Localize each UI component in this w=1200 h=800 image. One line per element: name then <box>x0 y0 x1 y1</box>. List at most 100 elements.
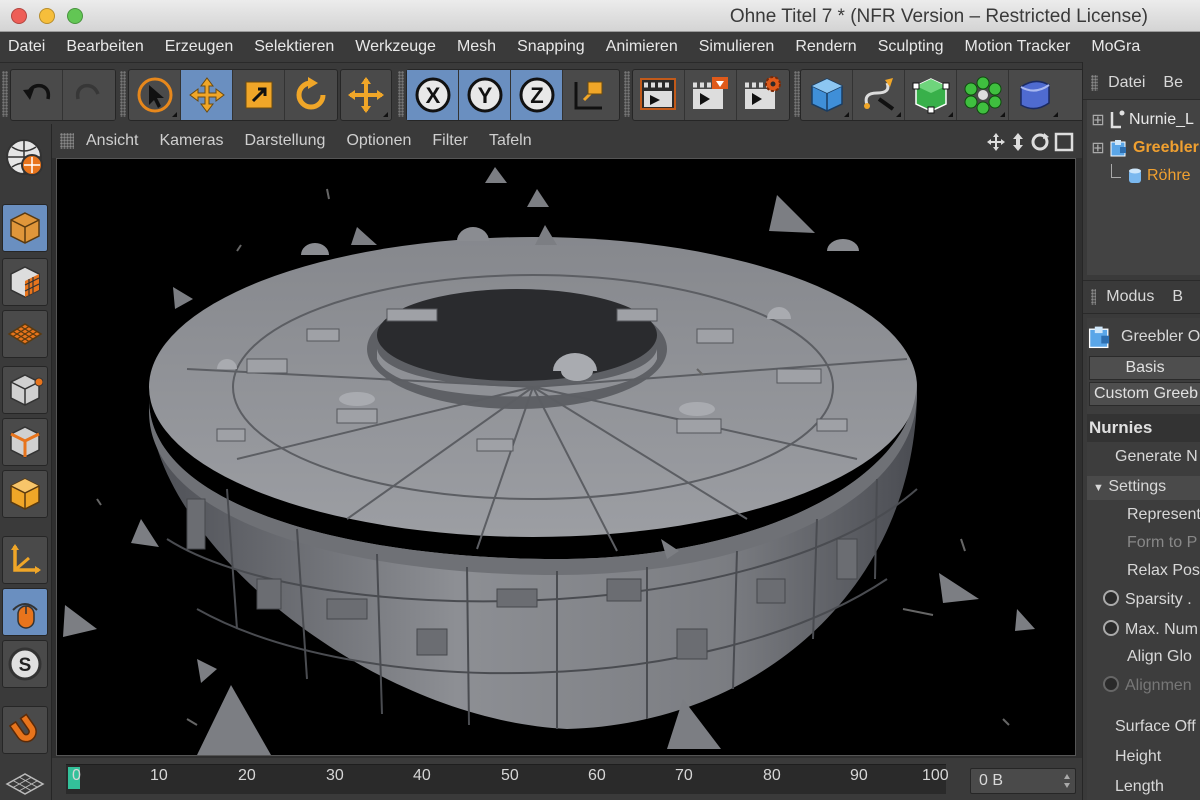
toolbar-grip[interactable] <box>2 71 8 117</box>
viewport-menu-darstellung[interactable]: Darstellung <box>245 132 326 150</box>
undo-icon[interactable] <box>11 70 63 120</box>
menu-bearbeiten[interactable]: Bearbeiten <box>66 38 143 56</box>
cloner-icon[interactable] <box>957 70 1009 120</box>
object-row-nurnie[interactable]: ⊞ Nurnie_L <box>1087 106 1194 134</box>
main-toolbar: X Y Z <box>0 62 1082 124</box>
timeline-ruler[interactable]: 0 10 20 30 40 50 60 70 80 90 100 <box>66 764 949 794</box>
spline-pen-icon[interactable] <box>853 70 905 120</box>
menu-erzeugen[interactable]: Erzeugen <box>165 38 234 56</box>
menu-mesh[interactable]: Mesh <box>457 38 496 56</box>
viewport-menu-optionen[interactable]: Optionen <box>346 132 411 150</box>
tab-custom-greebles[interactable]: Custom Greeb <box>1089 382 1200 406</box>
toolbar-grip[interactable] <box>120 71 126 117</box>
coordinate-system-icon[interactable] <box>563 70 615 120</box>
workplane-icon[interactable] <box>2 310 48 358</box>
sparsity-radio[interactable] <box>1103 590 1119 606</box>
group-settings[interactable]: ▼ Settings <box>1087 476 1200 500</box>
points-mode-icon[interactable] <box>2 366 48 414</box>
menu-snapping[interactable]: Snapping <box>517 38 585 56</box>
viewport-grip[interactable] <box>60 133 74 149</box>
edges-mode-icon[interactable] <box>2 418 48 466</box>
live-select-icon[interactable] <box>341 70 391 120</box>
param-height[interactable]: Height <box>1087 748 1200 766</box>
objects-panel-grip[interactable] <box>1091 74 1099 91</box>
viewport-menu-tafeln[interactable]: Tafeln <box>489 132 532 150</box>
y-axis-icon[interactable]: Y <box>459 70 511 120</box>
object-create-group <box>800 69 1082 121</box>
3d-viewport[interactable] <box>56 158 1076 756</box>
view-icon[interactable] <box>2 134 48 182</box>
param-sparsity[interactable]: Sparsity . <box>1087 590 1200 609</box>
toolbar-grip[interactable] <box>398 71 404 117</box>
z-axis-icon[interactable]: Z <box>511 70 563 120</box>
param-generate-nurnies[interactable]: Generate N <box>1087 448 1200 466</box>
spinner-arrows-icon[interactable] <box>1063 773 1071 789</box>
window-zoom-button[interactable] <box>67 8 83 24</box>
texture-mode-icon[interactable] <box>2 258 48 306</box>
timeline-tick: 70 <box>675 767 693 784</box>
left-tool-palette: S <box>0 124 52 800</box>
window-close-button[interactable] <box>11 8 27 24</box>
axis-mode-icon[interactable] <box>2 536 48 584</box>
polygons-mode-icon[interactable] <box>2 470 48 518</box>
max-num-radio[interactable] <box>1103 620 1119 636</box>
select-arrow-icon[interactable] <box>129 70 181 120</box>
redo-icon[interactable] <box>63 70 115 120</box>
window-minimize-button[interactable] <box>39 8 55 24</box>
snap-magnet-icon[interactable] <box>2 706 48 754</box>
rotate-icon[interactable] <box>285 70 337 120</box>
render-settings-icon[interactable] <box>737 70 789 120</box>
model-mode-icon[interactable] <box>2 204 48 252</box>
param-representation[interactable]: Represent <box>1087 506 1200 524</box>
current-frame-field[interactable]: 0 B <box>970 768 1076 794</box>
group-settings-label: Settings <box>1108 478 1167 495</box>
render-picture-viewer-icon[interactable] <box>685 70 737 120</box>
param-length[interactable]: Length <box>1087 778 1200 796</box>
objects-panel-header: Datei Be <box>1083 66 1200 100</box>
tab-basis[interactable]: Basis <box>1089 356 1200 380</box>
attributes-menu-bearbeiten[interactable]: B <box>1172 288 1183 306</box>
grid-icon[interactable] <box>2 766 48 800</box>
toolbar-grip[interactable] <box>624 71 630 117</box>
menu-rendern[interactable]: Rendern <box>795 38 856 56</box>
menu-selektieren[interactable]: Selektieren <box>254 38 334 56</box>
menu-simulieren[interactable]: Simulieren <box>699 38 775 56</box>
y-axis-label: Y <box>477 83 492 108</box>
solo-icon[interactable]: S <box>2 640 48 688</box>
attributes-menu-modus[interactable]: Modus <box>1106 288 1154 306</box>
deformer-icon[interactable] <box>1009 70 1061 120</box>
expand-icon[interactable]: ⊞ <box>1087 110 1109 130</box>
menu-sculpting[interactable]: Sculpting <box>878 38 944 56</box>
expand-icon[interactable]: ⊞ <box>1087 138 1109 158</box>
menu-datei[interactable]: Datei <box>8 38 45 56</box>
param-surface-offset[interactable]: Surface Off <box>1087 718 1200 736</box>
orbit-icon[interactable] <box>1030 132 1050 152</box>
menu-werkzeuge[interactable]: Werkzeuge <box>355 38 436 56</box>
object-row-greebler[interactable]: ⊞ Greebler <box>1087 134 1199 162</box>
x-axis-icon[interactable]: X <box>407 70 459 120</box>
pan-icon[interactable] <box>986 132 1006 152</box>
objects-menu-bearbeiten[interactable]: Be <box>1163 74 1183 92</box>
attributes-panel-grip[interactable] <box>1091 289 1097 305</box>
param-align-global[interactable]: Align Glo <box>1087 648 1200 666</box>
maximize-view-icon[interactable] <box>1054 132 1074 152</box>
render-view-icon[interactable] <box>633 70 685 120</box>
viewport-menu-kameras[interactable]: Kameras <box>159 132 223 150</box>
objects-menu-datei[interactable]: Datei <box>1108 74 1145 92</box>
cube-object-icon[interactable] <box>801 70 853 120</box>
param-relax-pos[interactable]: Relax Pos <box>1087 562 1200 580</box>
zoom-icon[interactable] <box>1010 132 1026 152</box>
param-form-to-p: Form to P <box>1127 534 1198 551</box>
move-icon[interactable] <box>181 70 233 120</box>
viewport-menu-ansicht[interactable]: Ansicht <box>86 132 138 150</box>
menu-mograph[interactable]: MoGra <box>1091 38 1140 56</box>
subdivision-icon[interactable] <box>905 70 957 120</box>
menu-animieren[interactable]: Animieren <box>606 38 678 56</box>
object-row-roehre[interactable]: Röhre <box>1111 162 1191 190</box>
viewport-menu-filter[interactable]: Filter <box>432 132 468 150</box>
menu-motion-tracker[interactable]: Motion Tracker <box>965 38 1071 56</box>
param-max-num[interactable]: Max. Num <box>1087 620 1200 639</box>
scale-icon[interactable] <box>233 70 285 120</box>
tweak-mode-icon[interactable] <box>2 588 48 636</box>
timeline-tick: 40 <box>413 767 431 784</box>
